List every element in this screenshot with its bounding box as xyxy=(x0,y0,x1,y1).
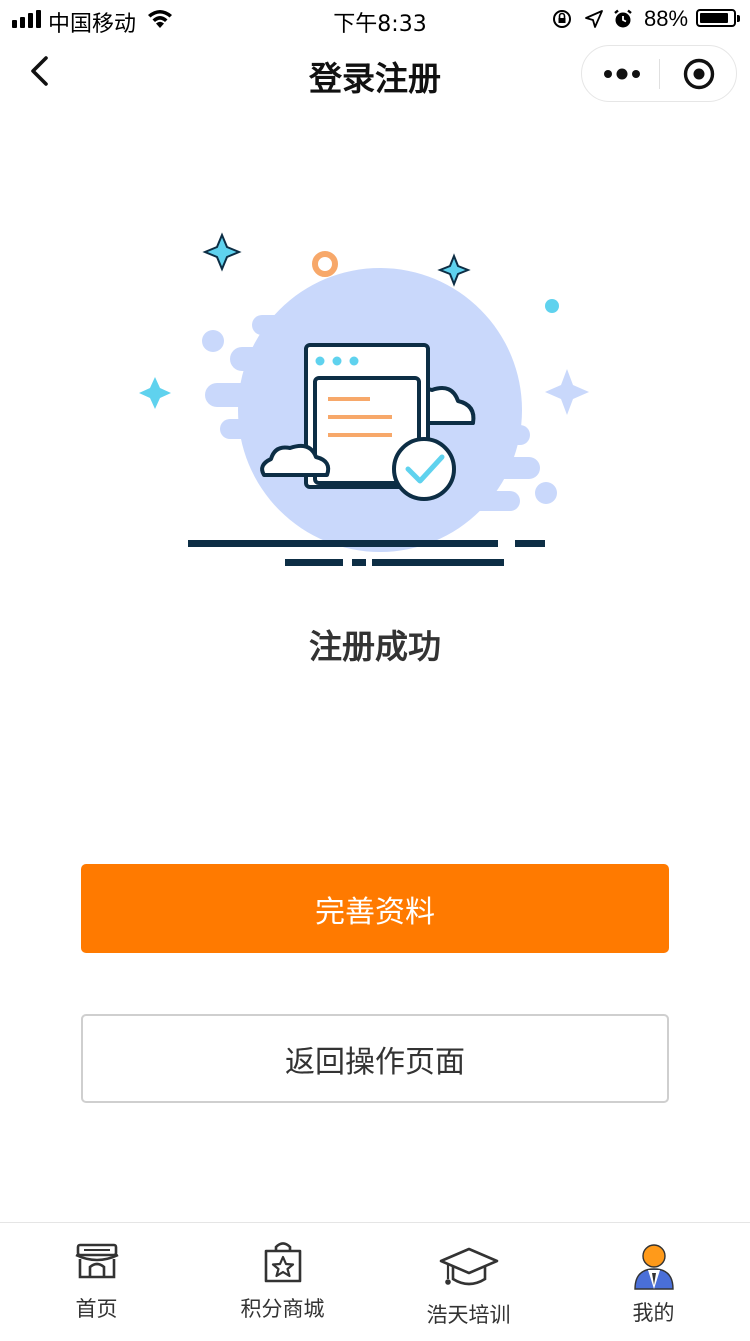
close-mini-program-button[interactable] xyxy=(682,57,716,91)
registration-success-text: 注册成功 xyxy=(309,627,441,666)
dot-decor xyxy=(545,299,559,313)
checkmark-badge-icon xyxy=(392,437,456,501)
rotation-lock-icon xyxy=(553,10,571,28)
tab-haotian-training[interactable]: 浩天培训 xyxy=(375,1229,562,1341)
status-icons xyxy=(553,9,632,28)
tab-bar: 首页 积分商城 浩天培训 我的 xyxy=(0,1222,750,1334)
user-profile-icon xyxy=(633,1244,674,1290)
alarm-icon xyxy=(614,9,632,28)
tab-mine[interactable]: 我的 xyxy=(560,1227,747,1339)
more-button[interactable] xyxy=(602,60,642,88)
navigation-bar: 登录注册 xyxy=(0,40,750,106)
return-to-page-button[interactable]: 返回操作页面 xyxy=(81,1014,669,1103)
status-bar: 中国移动 下午8:33 88% xyxy=(0,0,750,40)
tab-home[interactable]: 首页 xyxy=(3,1223,190,1335)
capsule-divider xyxy=(659,59,660,89)
sparkle-icon xyxy=(139,377,171,409)
sparkle-icon xyxy=(437,253,471,287)
ground-lines xyxy=(188,540,545,566)
tab-label-points-mall: 积分商城 xyxy=(240,1297,325,1321)
ring-decor xyxy=(312,251,338,277)
mini-program-capsule xyxy=(581,45,737,102)
complete-profile-button[interactable]: 完善资料 xyxy=(81,864,669,953)
sparkle-icon xyxy=(202,232,242,272)
tab-points-mall[interactable]: 积分商城 xyxy=(189,1223,376,1335)
location-arrow-icon xyxy=(585,10,603,28)
storefront-icon xyxy=(74,1243,119,1279)
battery-icon xyxy=(696,9,740,27)
registration-success-illustration xyxy=(139,232,589,566)
graduation-cap-icon xyxy=(439,1247,498,1286)
sparkle-icon xyxy=(545,369,589,415)
tab-label-home: 首页 xyxy=(75,1297,118,1321)
tab-label-mine: 我的 xyxy=(632,1301,675,1325)
tab-label-haotian-training: 浩天培训 xyxy=(426,1303,511,1327)
shopping-bag-star-icon xyxy=(264,1242,301,1283)
battery-percentage: 88% xyxy=(644,6,689,31)
